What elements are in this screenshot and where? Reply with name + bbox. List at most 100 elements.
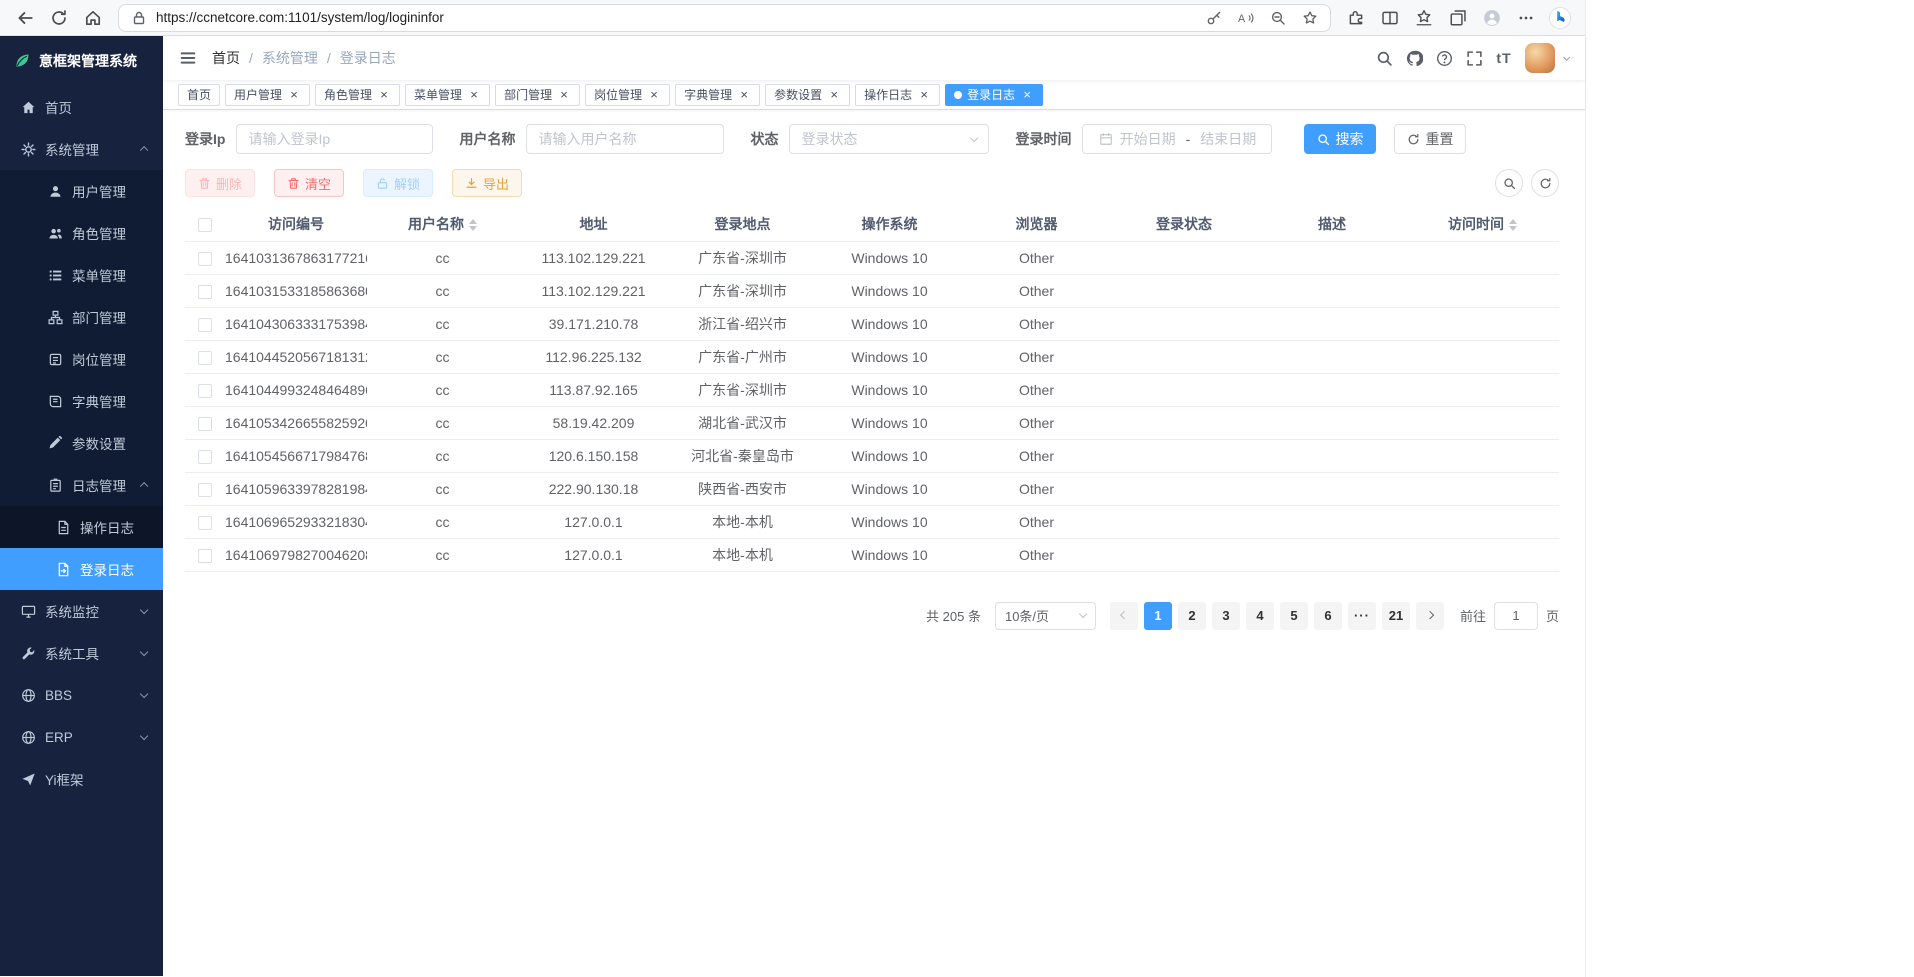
row-checkbox[interactable] bbox=[198, 450, 212, 464]
address-bar[interactable]: https://ccnetcore.com:1101/system/log/lo… bbox=[118, 4, 1331, 32]
help-icon[interactable] bbox=[1436, 50, 1453, 67]
url-text[interactable]: https://ccnetcore.com:1101/system/log/lo… bbox=[156, 10, 1196, 25]
tab-menu-management[interactable]: 菜单管理× bbox=[405, 84, 490, 106]
pagination-ellipsis[interactable]: ··· bbox=[1348, 602, 1376, 630]
browser-menu-icon[interactable] bbox=[1509, 3, 1543, 33]
sidebar-item-yi-framework[interactable]: Yi框架 bbox=[0, 758, 163, 800]
close-icon[interactable]: × bbox=[557, 88, 571, 102]
page-button-5[interactable]: 5 bbox=[1280, 602, 1308, 630]
browser-home-button[interactable] bbox=[76, 3, 110, 33]
copilot-icon[interactable] bbox=[1543, 3, 1577, 33]
close-icon[interactable]: × bbox=[377, 88, 391, 102]
sidebar-item-system-monitor[interactable]: 系统监控 bbox=[0, 590, 163, 632]
collections-icon[interactable] bbox=[1441, 3, 1475, 33]
row-checkbox[interactable] bbox=[198, 417, 212, 431]
row-checkbox[interactable] bbox=[198, 516, 212, 530]
tab-home[interactable]: 首页 bbox=[178, 84, 220, 106]
tab-param-settings[interactable]: 参数设置× bbox=[765, 84, 850, 106]
sort-icon[interactable] bbox=[1509, 219, 1517, 231]
delete-button[interactable]: 删除 bbox=[185, 169, 255, 197]
extensions-icon[interactable] bbox=[1339, 3, 1373, 33]
sidebar-item-erp[interactable]: ERP bbox=[0, 716, 163, 758]
search-button[interactable]: 搜索 bbox=[1304, 124, 1376, 154]
browser-back-button[interactable] bbox=[8, 3, 42, 33]
unlock-button[interactable]: 解锁 bbox=[363, 169, 433, 197]
close-icon[interactable]: × bbox=[647, 88, 661, 102]
toggle-search-button[interactable] bbox=[1495, 169, 1523, 197]
close-icon[interactable]: × bbox=[827, 88, 841, 102]
hamburger-icon[interactable] bbox=[179, 49, 197, 67]
reset-button[interactable]: 重置 bbox=[1394, 124, 1466, 154]
close-icon[interactable]: × bbox=[737, 88, 751, 102]
sidebar-item-operation-log[interactable]: 操作日志 bbox=[0, 506, 163, 548]
row-checkbox[interactable] bbox=[198, 549, 212, 563]
login-ip-input[interactable]: 请输入登录Ip bbox=[236, 124, 433, 154]
column-header-user-name[interactable]: 用户名称 bbox=[367, 207, 518, 241]
clear-button[interactable]: 清空 bbox=[274, 169, 344, 197]
header-search-icon[interactable] bbox=[1376, 50, 1393, 67]
tab-dict-management[interactable]: 字典管理× bbox=[675, 84, 760, 106]
browser-refresh-button[interactable] bbox=[42, 3, 76, 33]
tab-post-management[interactable]: 岗位管理× bbox=[585, 84, 670, 106]
sidebar-item-login-log[interactable]: 登录日志 bbox=[0, 548, 163, 590]
breadcrumb-home[interactable]: 首页 bbox=[212, 48, 240, 68]
sidebar-item-system-tools[interactable]: 系统工具 bbox=[0, 632, 163, 674]
font-size-icon[interactable]: tT bbox=[1496, 50, 1511, 66]
sidebar-item-system-management[interactable]: 系统管理 bbox=[0, 128, 163, 170]
sidebar-item-log-management[interactable]: 日志管理 bbox=[0, 464, 163, 506]
row-checkbox[interactable] bbox=[198, 483, 212, 497]
tab-user-management[interactable]: 用户管理× bbox=[225, 84, 310, 106]
tab-role-management[interactable]: 角色管理× bbox=[315, 84, 400, 106]
page-size-select[interactable]: 10条/页 bbox=[995, 602, 1096, 630]
sidebar-item-user-management[interactable]: 用户管理 bbox=[0, 170, 163, 212]
fullscreen-icon[interactable] bbox=[1466, 50, 1483, 67]
favorite-star-icon[interactable] bbox=[1302, 10, 1318, 26]
zoom-out-icon[interactable] bbox=[1270, 10, 1286, 26]
sidebar-item-menu-management[interactable]: 菜单管理 bbox=[0, 254, 163, 296]
user-avatar[interactable] bbox=[1525, 43, 1555, 73]
select-all-checkbox[interactable] bbox=[198, 218, 212, 232]
sidebar-item-post-management[interactable]: 岗位管理 bbox=[0, 338, 163, 380]
user-name-input[interactable]: 请输入用户名称 bbox=[526, 124, 724, 154]
prev-page-button[interactable] bbox=[1110, 602, 1138, 630]
column-header-visit-time[interactable]: 访问时间 bbox=[1406, 207, 1559, 241]
page-button-21[interactable]: 21 bbox=[1382, 602, 1410, 630]
close-icon[interactable]: × bbox=[287, 88, 301, 102]
read-aloud-icon[interactable]: A bbox=[1238, 10, 1254, 26]
sidebar-item-param-settings[interactable]: 参数设置 bbox=[0, 422, 163, 464]
page-button-4[interactable]: 4 bbox=[1246, 602, 1274, 630]
page-button-2[interactable]: 2 bbox=[1178, 602, 1206, 630]
row-checkbox[interactable] bbox=[198, 384, 212, 398]
row-checkbox[interactable] bbox=[198, 318, 212, 332]
github-icon[interactable] bbox=[1406, 50, 1423, 67]
row-checkbox[interactable] bbox=[198, 351, 212, 365]
split-screen-icon[interactable] bbox=[1373, 3, 1407, 33]
favorites-icon[interactable] bbox=[1407, 3, 1441, 33]
page-button-1[interactable]: 1 bbox=[1144, 602, 1172, 630]
page-button-3[interactable]: 3 bbox=[1212, 602, 1240, 630]
row-checkbox[interactable] bbox=[198, 252, 212, 266]
sidebar-item-home[interactable]: 首页 bbox=[0, 86, 163, 128]
password-key-icon[interactable] bbox=[1206, 10, 1222, 26]
sort-icon[interactable] bbox=[469, 219, 477, 231]
sidebar-item-dict-management[interactable]: 字典管理 bbox=[0, 380, 163, 422]
tab-department-management[interactable]: 部门管理× bbox=[495, 84, 580, 106]
tab-login-log[interactable]: 登录日志× bbox=[945, 84, 1043, 106]
close-icon[interactable]: × bbox=[917, 88, 931, 102]
row-checkbox[interactable] bbox=[198, 285, 212, 299]
sidebar-item-role-management[interactable]: 角色管理 bbox=[0, 212, 163, 254]
login-time-range-picker[interactable]: 开始日期 - 结束日期 bbox=[1082, 124, 1272, 154]
close-icon[interactable]: × bbox=[467, 88, 481, 102]
sidebar-item-bbs[interactable]: BBS bbox=[0, 674, 163, 716]
close-icon[interactable]: × bbox=[1020, 88, 1034, 102]
profile-avatar[interactable] bbox=[1475, 3, 1509, 33]
goto-page-input[interactable]: 1 bbox=[1494, 602, 1538, 630]
tab-operation-log[interactable]: 操作日志× bbox=[855, 84, 940, 106]
export-button[interactable]: 导出 bbox=[452, 169, 522, 197]
status-select[interactable]: 登录状态 bbox=[789, 124, 989, 154]
sidebar-item-department-management[interactable]: 部门管理 bbox=[0, 296, 163, 338]
page-button-6[interactable]: 6 bbox=[1314, 602, 1342, 630]
refresh-table-button[interactable] bbox=[1531, 169, 1559, 197]
chevron-down-icon[interactable] bbox=[1563, 54, 1571, 62]
next-page-button[interactable] bbox=[1416, 602, 1444, 630]
